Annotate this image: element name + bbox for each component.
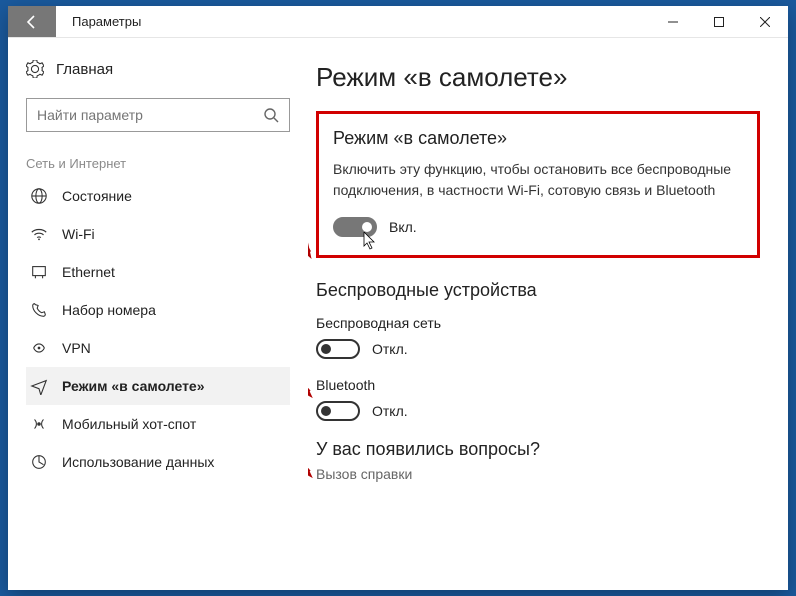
- wireless-network-toggle[interactable]: [316, 339, 360, 359]
- gear-icon: [26, 60, 44, 78]
- search-box[interactable]: [26, 98, 290, 132]
- wireless-heading: Беспроводные устройства: [316, 280, 760, 301]
- bluetooth-toggle[interactable]: [316, 401, 360, 421]
- minimize-button[interactable]: [650, 6, 696, 37]
- close-button[interactable]: [742, 6, 788, 37]
- airplane-toggle-row: Вкл.: [333, 217, 743, 237]
- minimize-icon: [668, 17, 678, 27]
- wireless-network-label: Беспроводная сеть: [316, 315, 760, 331]
- sidebar-item-wifi[interactable]: Wi-Fi: [26, 215, 290, 253]
- cursor-icon: [363, 232, 377, 250]
- sidebar-section-label: Сеть и Интернет: [26, 156, 290, 171]
- sidebar-item-ethernet[interactable]: Ethernet: [26, 253, 290, 291]
- airplane-mode-description: Включить эту функцию, чтобы остановить в…: [333, 159, 743, 201]
- sidebar-item-label: Ethernet: [62, 264, 115, 280]
- wireless-network-block: Беспроводная сеть Откл.: [316, 315, 760, 359]
- window-title: Параметры: [56, 6, 650, 37]
- hotspot-icon: [30, 415, 48, 433]
- help-heading: У вас появились вопросы?: [316, 439, 760, 460]
- sidebar-item-label: Состояние: [62, 188, 132, 204]
- wireless-network-state: Откл.: [372, 341, 408, 357]
- ethernet-icon: [30, 263, 48, 281]
- search-input[interactable]: [37, 107, 263, 123]
- airplane-mode-title: Режим «в самолете»: [333, 128, 743, 149]
- help-link[interactable]: Вызов справки: [316, 466, 760, 482]
- sidebar-item-hotspot[interactable]: Мобильный хот-спот: [26, 405, 290, 443]
- sidebar-item-airplane[interactable]: Режим «в самолете»: [26, 367, 290, 405]
- sidebar-home-label: Главная: [56, 61, 113, 78]
- sidebar-item-label: Режим «в самолете»: [62, 378, 205, 394]
- arrow-left-icon: [24, 14, 40, 30]
- airplane-icon: [30, 377, 48, 395]
- sidebar-item-label: Wi-Fi: [62, 226, 95, 242]
- sidebar-item-dialup[interactable]: Набор номера: [26, 291, 290, 329]
- sidebar-item-label: Использование данных: [62, 454, 214, 470]
- sidebar: Главная Сеть и Интернет Состояние Wi-Fi: [8, 38, 308, 590]
- back-button[interactable]: [8, 6, 56, 37]
- phone-icon: [30, 301, 48, 319]
- data-icon: [30, 453, 48, 471]
- bluetooth-label: Bluetooth: [316, 377, 760, 393]
- sidebar-item-label: Набор номера: [62, 302, 156, 318]
- window-controls: [650, 6, 788, 37]
- titlebar: Параметры: [8, 6, 788, 38]
- settings-window: Параметры Главная Сеть и Интернет Состоя…: [8, 6, 788, 590]
- airplane-mode-box: Режим «в самолете» Включить эту функцию,…: [316, 111, 760, 258]
- window-body: Главная Сеть и Интернет Состояние Wi-Fi: [8, 38, 788, 590]
- sidebar-item-datausage[interactable]: Использование данных: [26, 443, 290, 481]
- sidebar-item-label: VPN: [62, 340, 91, 356]
- wifi-icon: [30, 225, 48, 243]
- page-title: Режим «в самолете»: [316, 62, 760, 93]
- bluetooth-state: Откл.: [372, 403, 408, 419]
- airplane-toggle-label: Вкл.: [389, 219, 417, 235]
- maximize-icon: [714, 17, 724, 27]
- sidebar-nav: Состояние Wi-Fi Ethernet Набор номера VP…: [26, 177, 290, 481]
- search-icon: [263, 107, 279, 123]
- maximize-button[interactable]: [696, 6, 742, 37]
- bluetooth-block: Bluetooth Откл.: [316, 377, 760, 421]
- vpn-icon: [30, 339, 48, 357]
- content-area: Режим «в самолете» Режим «в самолете» Вк…: [308, 38, 788, 590]
- globe-icon: [30, 187, 48, 205]
- close-icon: [760, 17, 770, 27]
- sidebar-item-vpn[interactable]: VPN: [26, 329, 290, 367]
- sidebar-home[interactable]: Главная: [26, 56, 290, 82]
- sidebar-item-status[interactable]: Состояние: [26, 177, 290, 215]
- sidebar-item-label: Мобильный хот-спот: [62, 416, 196, 432]
